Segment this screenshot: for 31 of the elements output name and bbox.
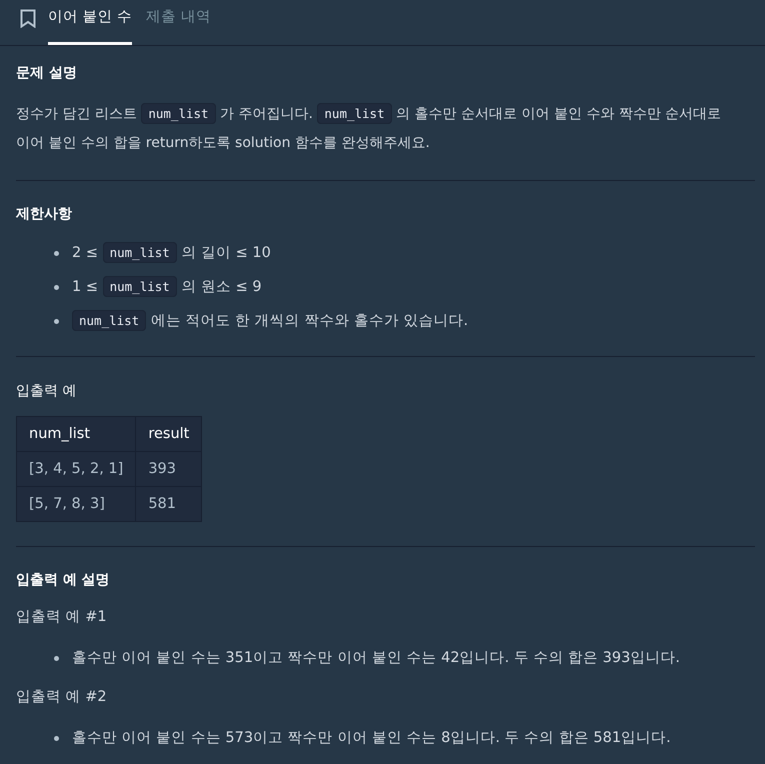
column-header: num_list	[16, 416, 136, 452]
description-text: 정수가 담긴 리스트 num_list 가 주어집니다. num_list 의 홀수만 순서대로 이어 붙인 수와 짝수만 순서대로 이어 붙인 수의 합을 return하도록 solution 함수를 완성해주세요.	[16, 99, 728, 158]
inline-code: num_list	[72, 310, 146, 331]
section-heading: 제한사항	[16, 205, 72, 224]
list-item-text: 1 ≤ num_list 의 원소 ≤ 9	[72, 275, 262, 299]
inline-code: num_list	[102, 242, 177, 263]
inline-code: num_list	[317, 103, 392, 124]
bullet-icon	[54, 250, 59, 256]
example-label: 입출력 예 #2	[16, 688, 107, 707]
section-heading: 문제 설명	[16, 64, 77, 83]
inline-code: num_list	[102, 276, 177, 297]
list-item-text: 2 ≤ num_list 의 길이 ≤ 10	[72, 241, 271, 265]
bullet-icon	[54, 284, 59, 290]
table-cell: 581	[136, 486, 202, 522]
section-heading: 입출력 예 설명	[16, 571, 110, 590]
example-label: 입출력 예 #1	[16, 608, 107, 627]
table-cell: 393	[136, 452, 202, 486]
bullet-icon	[54, 318, 59, 324]
table-cell: [5, 7, 8, 3]	[16, 486, 136, 522]
bullet-icon	[54, 656, 59, 660]
table-cell: [3, 4, 5, 2, 1]	[16, 452, 136, 486]
inline-code: num_list	[141, 103, 216, 124]
section-heading: 입출력 예	[16, 382, 76, 401]
tab[interactable]: 제출 내역	[146, 0, 211, 45]
list-item-text: 홀수만 이어 붙인 수는 351이고 짝수만 이어 붙인 수는 42입니다. 두 수의 합은 393입니다.	[72, 649, 680, 668]
list-item-text: num_list 에는 적어도 한 개씩의 짝수와 홀수가 있습니다.	[72, 309, 468, 333]
list-item-text: 홀수만 이어 붙인 수는 573이고 짝수만 이어 붙인 수는 8입니다. 두 수의 합은 581입니다.	[72, 729, 671, 748]
bullet-icon	[54, 736, 59, 740]
tab[interactable]: 이어 붙인 수	[48, 0, 132, 45]
bookmark-icon[interactable]	[20, 9, 36, 28]
column-header: result	[136, 416, 202, 452]
